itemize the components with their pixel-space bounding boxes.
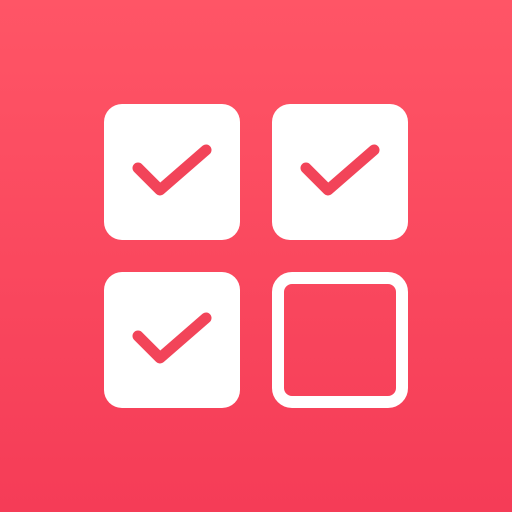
checkbox-unchecked-bottom-right xyxy=(272,272,408,408)
checkbox-checked-top-right xyxy=(272,104,408,240)
checkmark-icon xyxy=(132,312,212,364)
checkmark-icon xyxy=(132,144,212,196)
app-icon xyxy=(0,0,512,512)
checkbox-checked-bottom-left xyxy=(104,272,240,408)
empty-box-icon xyxy=(284,284,396,396)
checkbox-checked-top-left xyxy=(104,104,240,240)
checkmark-icon xyxy=(300,144,380,196)
